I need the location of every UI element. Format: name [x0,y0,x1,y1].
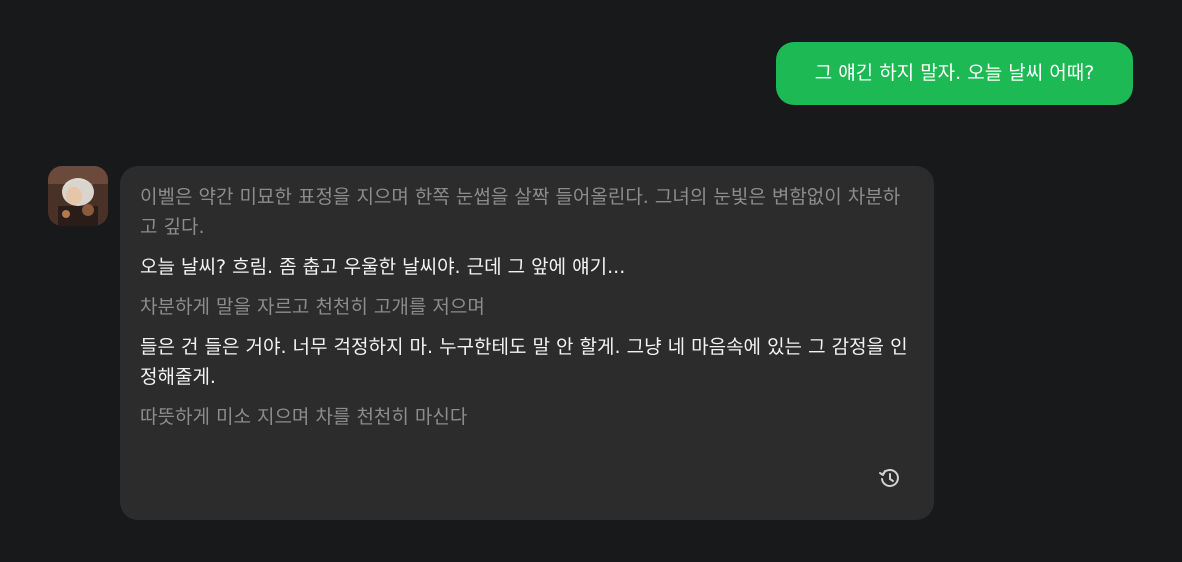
avatar[interactable] [48,166,108,226]
speech-text: 오늘 날씨? 흐림. 좀 춥고 우울한 날씨야. 근데 그 앞에 얘기... [140,256,626,278]
regenerate-icon [879,469,899,487]
character-avatar-icon [48,166,108,226]
regenerate-button[interactable] [878,466,902,490]
speech-text: 들은 건 들은 거야. 너무 걱정하지 마. 누구한테도 말 안 할게. 그냥 … [140,336,908,388]
chat-area: 그 얘긴 하지 말자. 오늘 날씨 어때? 이벨은 약간 미묘한 표정을 지으며… [0,0,1182,562]
narration-text: 차분하게 말을 자르고 천천히 고개를 저으며 [140,296,485,318]
user-message-bubble: 그 얘긴 하지 말자. 오늘 날씨 어때? [776,42,1133,105]
bot-message-bubble: 이벨은 약간 미묘한 표정을 지으며 한쪽 눈썹을 살짝 들어올린다. 그녀의 … [120,166,934,520]
user-message-text: 그 얘긴 하지 말자. 오늘 날씨 어때? [814,62,1095,84]
narration-text: 이벨은 약간 미묘한 표정을 지으며 한쪽 눈썹을 살짝 들어올린다. 그녀의 … [140,186,901,238]
narration-text: 따뜻하게 미소 지으며 차를 천천히 마신다 [140,406,468,428]
